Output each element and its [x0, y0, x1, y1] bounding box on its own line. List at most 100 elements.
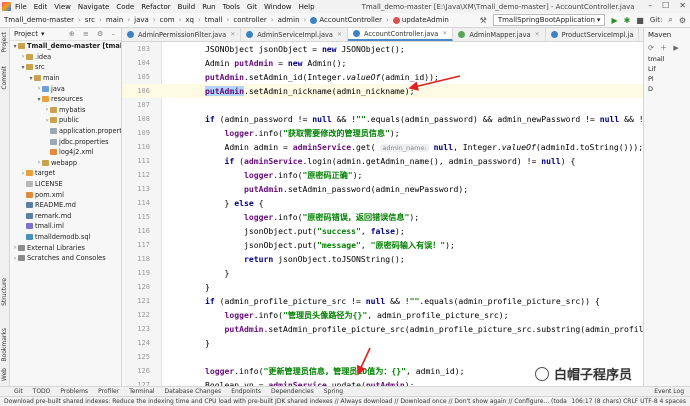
menu-code[interactable]: Code	[116, 3, 134, 11]
class-icon	[246, 31, 254, 38]
tree-item[interactable]: LICENSE	[10, 179, 121, 190]
tool-git[interactable]: Git	[14, 388, 23, 395]
tree-item-label: External Libraries	[27, 243, 85, 252]
tree-item[interactable]: pom.xml	[10, 189, 121, 200]
maven-item[interactable]: Pl	[644, 74, 690, 84]
tool-dependencies[interactable]: Dependencies	[271, 388, 314, 395]
maven-toolbar-icon[interactable]: ⟳ ＋ ▶	[644, 42, 690, 54]
run-icon[interactable]: ▶	[611, 16, 617, 25]
crumb-class[interactable]: AccountController	[310, 16, 382, 24]
menu-view[interactable]: View	[54, 3, 71, 11]
tab-admin-permission-filter[interactable]: AdminPermissionFilter.java ✕	[122, 28, 242, 41]
status-right[interactable]: 106:17 (8 chars) CRLF UTF-8 4 spaces	[567, 398, 686, 405]
tool-problems[interactable]: Problems	[60, 388, 88, 395]
crumb-tmall[interactable]: tmall	[205, 16, 223, 24]
code-line: 116 jsonObject.put("success", false);	[137, 226, 405, 236]
tree-item[interactable]: › public	[10, 115, 121, 126]
chevron-down-icon[interactable]: ▾	[41, 30, 45, 38]
tree-item[interactable]: log4j2.xml	[10, 147, 121, 158]
tree-item[interactable]: ▾ src	[10, 62, 121, 73]
stop-icon[interactable]: ■	[636, 16, 644, 25]
tree-item[interactable]: › target	[10, 168, 121, 179]
crumb-project[interactable]: Tmall_demo-master	[4, 16, 74, 24]
tree-item[interactable]: README.md	[10, 200, 121, 211]
tool-endpoints[interactable]: Endpoints	[231, 388, 261, 395]
crumb-src[interactable]: src	[85, 16, 95, 24]
code-line: 118 return jsonObject.toJSONString();	[137, 254, 405, 264]
maximize-icon[interactable]: ☐	[662, 1, 669, 10]
tree-item[interactable]: › java	[10, 83, 121, 94]
crumb-java[interactable]: java	[134, 16, 149, 24]
tree-item[interactable]: tmall.iml	[10, 221, 121, 232]
tool-database-changes[interactable]: Database Changes	[165, 388, 222, 395]
tool-tab-web[interactable]: Web	[1, 368, 8, 381]
menu-git[interactable]: Git	[247, 3, 257, 11]
menu-tools[interactable]: Tools	[223, 3, 240, 11]
tab-admin-mapper[interactable]: AdminMapper.java ✕	[453, 28, 546, 41]
close-icon[interactable]: ✕	[442, 30, 447, 37]
menu-file[interactable]: File	[15, 3, 27, 11]
tree-item[interactable]: remark.md	[10, 211, 121, 222]
tool-todo[interactable]: TODO	[33, 388, 51, 395]
maven-item[interactable]: D	[644, 84, 690, 94]
menu-edit[interactable]: Edit	[34, 3, 48, 11]
tool-tab-project[interactable]: Project	[1, 32, 8, 53]
tree-item-label: tmalldemodb.sql	[35, 232, 91, 241]
panel-actions-icon[interactable]: ⊕ ≡ ⚙ –	[69, 30, 118, 38]
menu-navigate[interactable]: Navigate	[78, 3, 109, 11]
settings-icon[interactable]: ⚙	[679, 16, 686, 25]
tree-item[interactable]: jdbc.properties	[10, 136, 121, 147]
tool-tab-commit[interactable]: Commit	[1, 66, 8, 90]
wechat-logo-icon	[535, 366, 549, 381]
maven-item[interactable]: Lif	[644, 64, 690, 74]
crumb-com[interactable]: com	[160, 16, 175, 24]
tree-item[interactable]: › Scratches and Consoles	[10, 253, 121, 264]
close-icon[interactable]: ✕	[679, 1, 686, 10]
code-editor[interactable]: 103 JSONObject jsonObject = new JSONObje…	[122, 42, 643, 386]
crumb-main[interactable]: main	[106, 16, 124, 24]
search-icon[interactable]: ⌕	[668, 15, 672, 25]
tool-spring[interactable]: Spring	[324, 388, 343, 395]
tab-account-controller[interactable]: AccountController.java ✕	[347, 28, 454, 41]
tool-tab-bookmarks[interactable]: Bookmarks	[1, 328, 8, 362]
crumb-method[interactable]: updateAdmin	[392, 16, 449, 24]
tab-product-service-impl[interactable]: ProductServiceImpl.ja	[546, 28, 640, 41]
folder-icon	[18, 43, 25, 50]
tree-item[interactable]: › External Libraries	[10, 242, 121, 253]
menu-build[interactable]: Build	[178, 3, 196, 11]
status-message[interactable]: Download pre-built shared indexes: Reduc…	[4, 398, 588, 405]
hammer-icon[interactable]: ⚒	[480, 16, 487, 25]
tree-item[interactable]: tmalldemodb.sql	[10, 232, 121, 243]
tree-item[interactable]: › mybatis	[10, 105, 121, 116]
tree-item[interactable]: ▾Tmall_demo-master [tmall]E:\Java\X	[10, 41, 121, 52]
maven-title[interactable]: Maven	[644, 28, 690, 42]
tool-terminal[interactable]: Terminal	[129, 388, 154, 395]
tree-item[interactable]: › .idea	[10, 52, 121, 63]
tool-tab-structure[interactable]: Structure	[1, 278, 8, 306]
menu-refactor[interactable]: Refactor	[141, 3, 170, 11]
close-icon[interactable]: ✕	[230, 31, 235, 38]
tree-item[interactable]: application.properties	[10, 126, 121, 137]
tree-item[interactable]: ▾ main	[10, 73, 121, 84]
tree-item[interactable]: ▾ resources	[10, 94, 121, 105]
class-icon	[352, 30, 360, 37]
minimize-icon[interactable]: –	[648, 1, 652, 10]
debug-icon[interactable]: ✱	[624, 16, 631, 25]
crumb-controller[interactable]: controller	[233, 16, 266, 24]
file-iml-icon	[26, 223, 33, 230]
crumb-admin[interactable]: admin	[278, 16, 300, 24]
tool-event-log[interactable]: Event Log	[654, 388, 684, 395]
menu-window[interactable]: Window	[264, 3, 292, 11]
tool-profiler[interactable]: Profiler	[98, 388, 119, 395]
project-view-select[interactable]: Project	[14, 30, 38, 38]
menu-run[interactable]: Run	[202, 3, 215, 11]
run-config-select[interactable]: TmallSpringBootApplication ▾	[492, 14, 606, 26]
close-icon[interactable]: ✕	[535, 31, 540, 38]
tree-item[interactable]: › webapp	[10, 158, 121, 169]
tab-admin-service-impl[interactable]: AdminServiceImpl.java ✕	[241, 28, 348, 41]
crumb-xq[interactable]: xq	[185, 16, 194, 24]
close-icon[interactable]: ✕	[337, 31, 342, 38]
menu-help[interactable]: Help	[299, 3, 315, 11]
maven-item[interactable]: tmall	[644, 54, 690, 64]
maven-panel: Maven ⟳ ＋ ▶ tmall Lif Pl D	[643, 28, 690, 386]
